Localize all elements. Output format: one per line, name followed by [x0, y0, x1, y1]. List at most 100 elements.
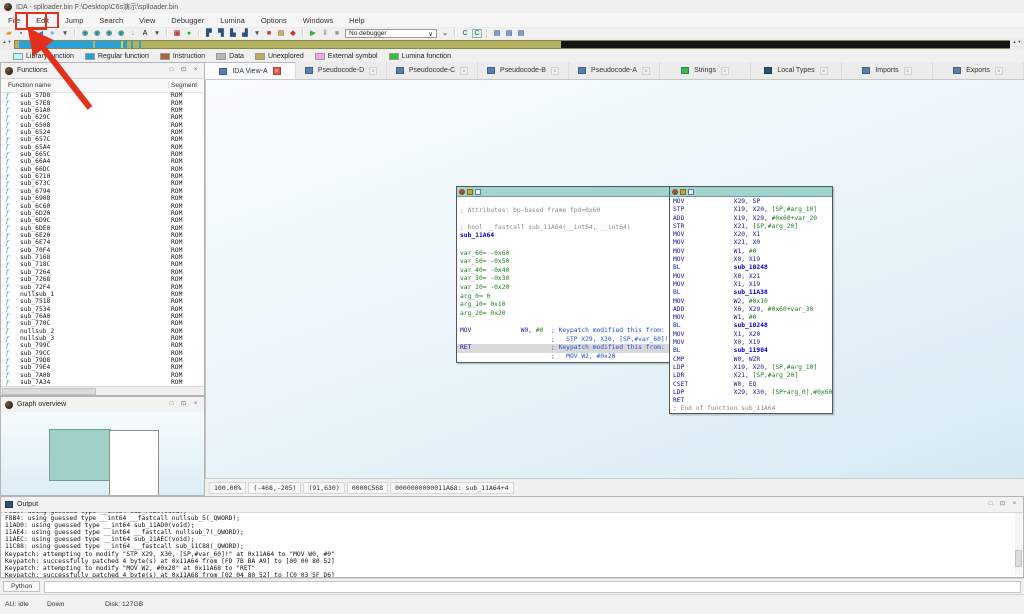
debug-windows-icon[interactable]: ▛ [204, 29, 214, 38]
function-row[interactable]: fsub_6794ROM [1, 188, 204, 195]
debug-threads-icon[interactable]: ▟ [240, 29, 250, 38]
output-vscrollbar[interactable] [1015, 513, 1022, 575]
tab-close-icon[interactable]: × [642, 67, 650, 75]
tab-pseudocode-d[interactable]: Pseudocode-D× [296, 62, 387, 79]
function-row[interactable]: fsub_673CROM [1, 180, 204, 187]
menu-item-help[interactable]: Help [341, 14, 372, 27]
navband-right-arrows-icon[interactable]: ▲ ▼ [1011, 39, 1023, 50]
basic-block-entry[interactable]: ; Attributes: bp-based frame fpd=0x60 ; … [456, 186, 671, 363]
function-row[interactable]: fsub_7518ROM [1, 298, 204, 305]
menu-item-debugger[interactable]: Debugger [163, 14, 212, 27]
function-row[interactable]: fsub_66A4ROM [1, 158, 204, 165]
function-row[interactable]: fsub_65A4ROM [1, 144, 204, 151]
window-cascade-icon[interactable]: ▤ [504, 29, 514, 38]
function-row[interactable]: fnullsub_1ROM [1, 291, 204, 298]
menu-item-view[interactable]: View [131, 14, 163, 27]
python-input[interactable] [44, 581, 1021, 593]
functions-list[interactable]: fsub_57D8ROMfsub_57E8ROMfsub_61A0ROMfsub… [1, 92, 204, 387]
tab-ida-view-a[interactable]: IDA View-A× [205, 62, 296, 79]
function-row[interactable]: fsub_6DE0ROM [1, 224, 204, 231]
function-row[interactable]: fsub_72F4ROM [1, 283, 204, 290]
jump-problem-icon[interactable]: ◉ [116, 29, 126, 38]
pause-process-icon[interactable]: ‖ [320, 29, 330, 38]
function-row[interactable]: fsub_7534ROM [1, 305, 204, 312]
tab-close-icon[interactable]: × [995, 67, 1003, 75]
text-view-icon[interactable]: A [140, 29, 150, 38]
debug-registers-icon[interactable]: ▜ [216, 29, 226, 38]
tab-close-icon[interactable]: × [904, 67, 912, 75]
jump-down-icon[interactable]: ↓ [128, 29, 138, 38]
tab-pseudocode-b[interactable]: Pseudocode-B× [478, 62, 569, 79]
tab-close-icon[interactable]: × [820, 67, 828, 75]
stop-diamond-icon[interactable]: ◆ [288, 29, 298, 38]
tab-pseudocode-c[interactable]: Pseudocode-C× [387, 62, 478, 79]
debug-stack-icon[interactable]: ▙ [228, 29, 238, 38]
close-icon[interactable]: × [191, 66, 200, 75]
function-row[interactable]: fsub_76A0ROM [1, 313, 204, 320]
function-row[interactable]: fsub_7264ROM [1, 269, 204, 276]
function-row[interactable]: fnullsub_2ROM [1, 328, 204, 335]
dropdown-caret-icon[interactable]: ▾ [252, 29, 262, 38]
menu-item-windows[interactable]: Windows [295, 14, 341, 27]
maximize-icon[interactable]: □ [167, 400, 176, 409]
stop-process-icon[interactable]: ■ [332, 29, 342, 38]
ida-graph-view[interactable]: ; Attributes: bp-based frame fpd=0x60 ; … [205, 80, 1024, 478]
output-vscroll-thumb[interactable] [1015, 550, 1022, 567]
float-icon[interactable]: ⊡ [179, 66, 188, 75]
function-row[interactable]: fsub_79E4ROM [1, 364, 204, 371]
function-row[interactable]: fsub_70F4ROM [1, 247, 204, 254]
jump-segment-icon[interactable]: ◉ [104, 29, 114, 38]
tab-local-types[interactable]: Local Types× [751, 62, 842, 79]
block-header[interactable] [670, 187, 832, 197]
c-compile-active-icon[interactable]: C [472, 29, 482, 38]
function-row[interactable]: fsub_7268ROM [1, 276, 204, 283]
breakpoint-icon[interactable]: ■ [264, 29, 274, 38]
function-row[interactable]: fsub_66DCROM [1, 166, 204, 173]
menu-item-options[interactable]: Options [253, 14, 295, 27]
navband-left-arrows-icon[interactable]: ▲ ▼ [1, 39, 13, 50]
attach-caret-icon[interactable]: ⌄ [440, 29, 450, 38]
function-row[interactable]: fsub_6508ROM [1, 121, 204, 128]
function-row[interactable]: fsub_6E74ROM [1, 239, 204, 246]
tab-exports[interactable]: Exports× [933, 62, 1024, 79]
function-row[interactable]: fsub_6D20ROM [1, 210, 204, 217]
graph-overview-canvas[interactable] [1, 412, 204, 495]
trace-icon[interactable]: ▤ [276, 29, 286, 38]
function-row[interactable]: fsub_799CROM [1, 342, 204, 349]
function-row[interactable]: fsub_6524ROM [1, 129, 204, 136]
function-row[interactable]: fsub_6D9CROM [1, 217, 204, 224]
function-row[interactable]: fsub_718CROM [1, 261, 204, 268]
function-row[interactable]: fsub_7A08ROM [1, 372, 204, 379]
debugger-select[interactable]: No debugger∨ [345, 29, 437, 38]
tab-close-icon[interactable]: × [460, 67, 468, 75]
window-close-all-icon[interactable]: ▤ [516, 29, 526, 38]
open-file-icon[interactable]: ▰ [4, 29, 14, 38]
maximize-icon[interactable]: □ [986, 500, 995, 509]
start-process-icon[interactable]: ▶ [308, 29, 318, 38]
function-row[interactable]: fsub_79D8ROM [1, 357, 204, 364]
function-row[interactable]: fsub_6908ROM [1, 195, 204, 202]
tab-pseudocode-a[interactable]: Pseudocode-A× [569, 62, 660, 79]
close-icon[interactable]: × [1010, 500, 1019, 509]
tab-close-icon[interactable]: × [369, 67, 377, 75]
lumina-icon[interactable]: ● [184, 29, 194, 38]
functions-hscrollbar[interactable] [1, 386, 204, 395]
function-row[interactable]: fsub_6710ROM [1, 173, 204, 180]
tab-imports[interactable]: Imports× [842, 62, 933, 79]
maximize-icon[interactable]: □ [167, 66, 176, 75]
function-row[interactable]: fnullsub_3ROM [1, 335, 204, 342]
float-icon[interactable]: ⊡ [998, 500, 1007, 509]
graph-overview-titlebar[interactable]: Graph overview □⊡× [1, 397, 204, 413]
python-interpreter-button[interactable]: Python [3, 581, 40, 592]
basic-block-body[interactable]: MOV X29, SPSTP X19, X20, [SP,#arg_10]ADD… [669, 186, 833, 414]
window-tile-icon[interactable]: ▤ [492, 29, 502, 38]
navband-track[interactable] [14, 40, 1010, 49]
function-row[interactable]: fsub_770CROM [1, 320, 204, 327]
function-row[interactable]: fsub_657CROM [1, 136, 204, 143]
dropdown-caret-icon[interactable]: ▾ [152, 29, 162, 38]
function-row[interactable]: fsub_6C60ROM [1, 202, 204, 209]
tab-close-icon[interactable]: × [551, 67, 559, 75]
overview-viewport-rect[interactable] [109, 430, 159, 495]
tab-strings[interactable]: Strings× [660, 62, 751, 79]
navigation-band[interactable]: ▲ ▼ ▲ ▼ [0, 39, 1024, 50]
